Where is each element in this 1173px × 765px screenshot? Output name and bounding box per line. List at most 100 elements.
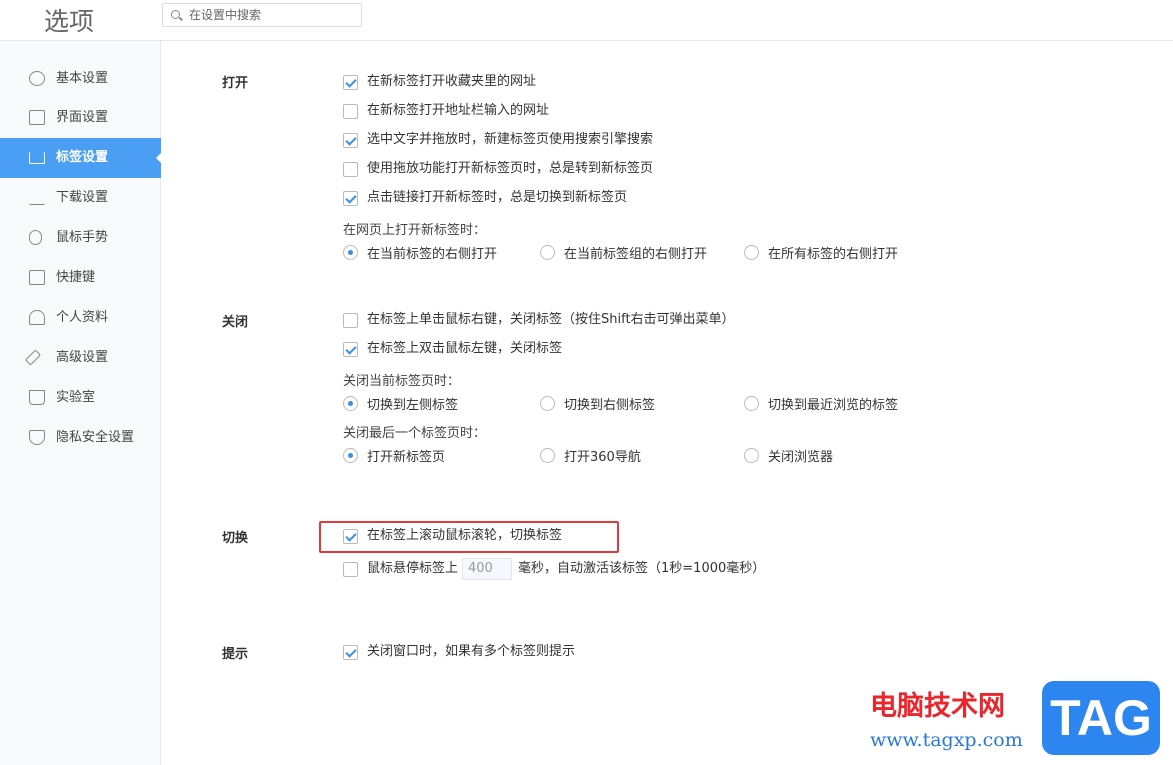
sidebar-item-label: 界面设置	[56, 110, 109, 125]
radio[interactable]	[744, 448, 759, 463]
checkbox-label: 选中文字并拖放时，新建标签页使用搜索引擎搜索	[367, 132, 654, 147]
sidebar-item-label: 实验室	[56, 390, 96, 405]
shield-icon	[29, 430, 45, 445]
radio[interactable]	[343, 396, 358, 411]
checkbox[interactable]	[343, 161, 358, 177]
sidebar-item-label: 高级设置	[56, 350, 109, 365]
radio[interactable]	[343, 245, 358, 260]
sidebar-item-label: 下载设置	[56, 190, 109, 205]
search-icon	[171, 10, 180, 19]
radio[interactable]	[744, 245, 759, 260]
checkbox-label: 关闭窗口时，如果有多个标签则提示	[367, 644, 576, 659]
radio[interactable]	[540, 245, 555, 260]
radio-label: 在当前标签的右侧打开	[367, 247, 498, 262]
hexagon-gear-icon	[29, 71, 45, 86]
checkbox-row[interactable]: 使用拖放功能打开新标签页时，总是转到新标签页	[343, 160, 653, 178]
radio-option[interactable]: 切换到最近浏览的标签	[744, 394, 898, 413]
tag-logo: TAG	[1042, 681, 1160, 755]
checkbox-label: 在标签上滚动鼠标滚轮，切换标签	[367, 528, 563, 543]
watermark-site-name: 电脑技术网	[870, 691, 1005, 722]
checkbox-label: 在新标签打开收藏夹里的网址	[367, 74, 537, 89]
sidebar-item-privacy[interactable]: 隐私安全设置	[0, 418, 161, 458]
radio-option[interactable]: 切换到右侧标签	[540, 394, 655, 413]
radio[interactable]	[540, 448, 555, 463]
radio-label: 切换到右侧标签	[564, 398, 656, 413]
checkbox[interactable]	[343, 74, 358, 90]
new-tab-label: 在网页上打开新标签时：	[343, 223, 487, 238]
radio-option[interactable]: 打开360导航	[540, 446, 641, 465]
checkbox[interactable]	[343, 644, 358, 660]
checkbox[interactable]	[343, 132, 358, 148]
checkbox-row[interactable]: 在新标签打开地址栏输入的网址	[343, 102, 549, 120]
wrench-icon	[24, 349, 42, 366]
radio-label: 切换到最近浏览的标签	[768, 398, 899, 413]
radio-option[interactable]: 切换到左侧标签	[343, 394, 458, 413]
radio[interactable]	[744, 396, 759, 411]
radio-label: 在当前标签组的右侧打开	[564, 247, 708, 262]
radio-label: 打开新标签页	[367, 450, 446, 465]
sidebar-item-advanced[interactable]: 高级设置	[0, 338, 161, 378]
search-input[interactable]: 在设置中搜索	[162, 3, 362, 27]
radio-label: 关闭浏览器	[768, 450, 834, 465]
checkbox[interactable]	[343, 341, 358, 357]
download-icon	[29, 190, 45, 205]
hover-delay-input[interactable]: 400	[462, 558, 513, 580]
checkbox-row[interactable]: 在标签上单击鼠标右键，关闭标签（按住Shift右击可弹出菜单）	[343, 311, 735, 329]
watermark: 电脑技术网 www.tagxp.com	[870, 684, 1023, 751]
checkbox-label: 鼠标悬停标签上	[367, 561, 459, 576]
checkbox-label: 点击链接打开新标签时，总是切换到新标签页	[367, 190, 628, 205]
sidebar-item-lab[interactable]: 实验室	[0, 378, 161, 418]
checkbox-label: 在标签上单击鼠标右键，关闭标签（按住Shift右击可弹出菜单）	[367, 312, 735, 327]
close-current-label: 关闭当前标签页时：	[343, 374, 461, 389]
checkbox[interactable]	[343, 103, 358, 119]
radio-label: 打开360导航	[564, 450, 641, 465]
checkbox-row[interactable]: 在标签上双击鼠标左键，关闭标签	[343, 340, 562, 358]
section-title-close: 关闭	[222, 315, 249, 330]
checkbox[interactable]	[343, 561, 358, 577]
watermark-url: www.tagxp.com	[870, 729, 1023, 751]
section-title-open: 打开	[222, 76, 249, 91]
radio[interactable]	[540, 396, 555, 411]
sidebar-item-label: 个人资料	[56, 310, 109, 325]
radio-option[interactable]: 在当前标签组的右侧打开	[540, 243, 707, 262]
sidebar: 基本设置 界面设置 标签设置 下载设置 鼠标手势 快捷键 个人资料 高级设置 实…	[0, 41, 162, 765]
sidebar-item-basic[interactable]: 基本设置	[0, 59, 161, 99]
sidebar-item-download[interactable]: 下载设置	[0, 178, 161, 218]
checkbox-label: 在新标签打开地址栏输入的网址	[367, 103, 550, 118]
sidebar-item-shortcuts[interactable]: 快捷键	[0, 258, 161, 298]
flask-icon	[29, 390, 45, 405]
checkbox[interactable]	[343, 312, 358, 328]
sidebar-item-label: 标签设置	[56, 150, 109, 165]
page-title: 选项	[44, 7, 95, 36]
sidebar-item-label: 快捷键	[56, 270, 96, 285]
radio-option[interactable]: 打开新标签页	[343, 446, 445, 465]
radio-option[interactable]: 在当前标签的右侧打开	[343, 243, 497, 262]
radio-option[interactable]: 关闭浏览器	[744, 446, 833, 465]
sidebar-item-tabs[interactable]: 标签设置	[0, 138, 162, 178]
section-title-hint: 提示	[222, 647, 249, 662]
checkbox-row[interactable]: 关闭窗口时，如果有多个标签则提示	[343, 643, 575, 661]
checkbox[interactable]	[343, 528, 358, 544]
search-placeholder: 在设置中搜索	[189, 8, 262, 22]
sidebar-item-label: 鼠标手势	[56, 230, 109, 245]
radio-option[interactable]: 在所有标签的右侧打开	[744, 243, 898, 262]
checkbox-row[interactable]: 在新标签打开收藏夹里的网址	[343, 73, 536, 91]
window-icon	[29, 110, 45, 125]
checkbox-row[interactable]: 选中文字并拖放时，新建标签页使用搜索引擎搜索	[343, 131, 653, 149]
close-last-label: 关闭最后一个标签页时：	[343, 426, 487, 441]
header: 选项 在设置中搜索	[0, 0, 1173, 41]
radio[interactable]	[343, 448, 358, 463]
checkbox-row[interactable]: 在标签上滚动鼠标滚轮，切换标签	[343, 527, 562, 545]
checkbox[interactable]	[343, 190, 358, 206]
sidebar-item-mouse[interactable]: 鼠标手势	[0, 218, 161, 258]
mouse-icon	[29, 230, 42, 245]
sidebar-item-profile[interactable]: 个人资料	[0, 298, 161, 338]
user-icon	[29, 310, 45, 325]
radio-label: 在所有标签的右侧打开	[768, 247, 899, 262]
sidebar-item-interface[interactable]: 界面设置	[0, 98, 161, 138]
sidebar-item-label: 基本设置	[56, 71, 109, 86]
checkbox-row[interactable]: 鼠标悬停标签上 400 毫秒，自动激活该标签（1秒=1000毫秒）	[343, 558, 766, 580]
checkbox-label-suffix: 毫秒，自动激活该标签（1秒=1000毫秒）	[518, 561, 766, 576]
checkbox-label: 在标签上双击鼠标左键，关闭标签	[367, 341, 563, 356]
checkbox-row[interactable]: 点击链接打开新标签时，总是切换到新标签页	[343, 189, 627, 207]
